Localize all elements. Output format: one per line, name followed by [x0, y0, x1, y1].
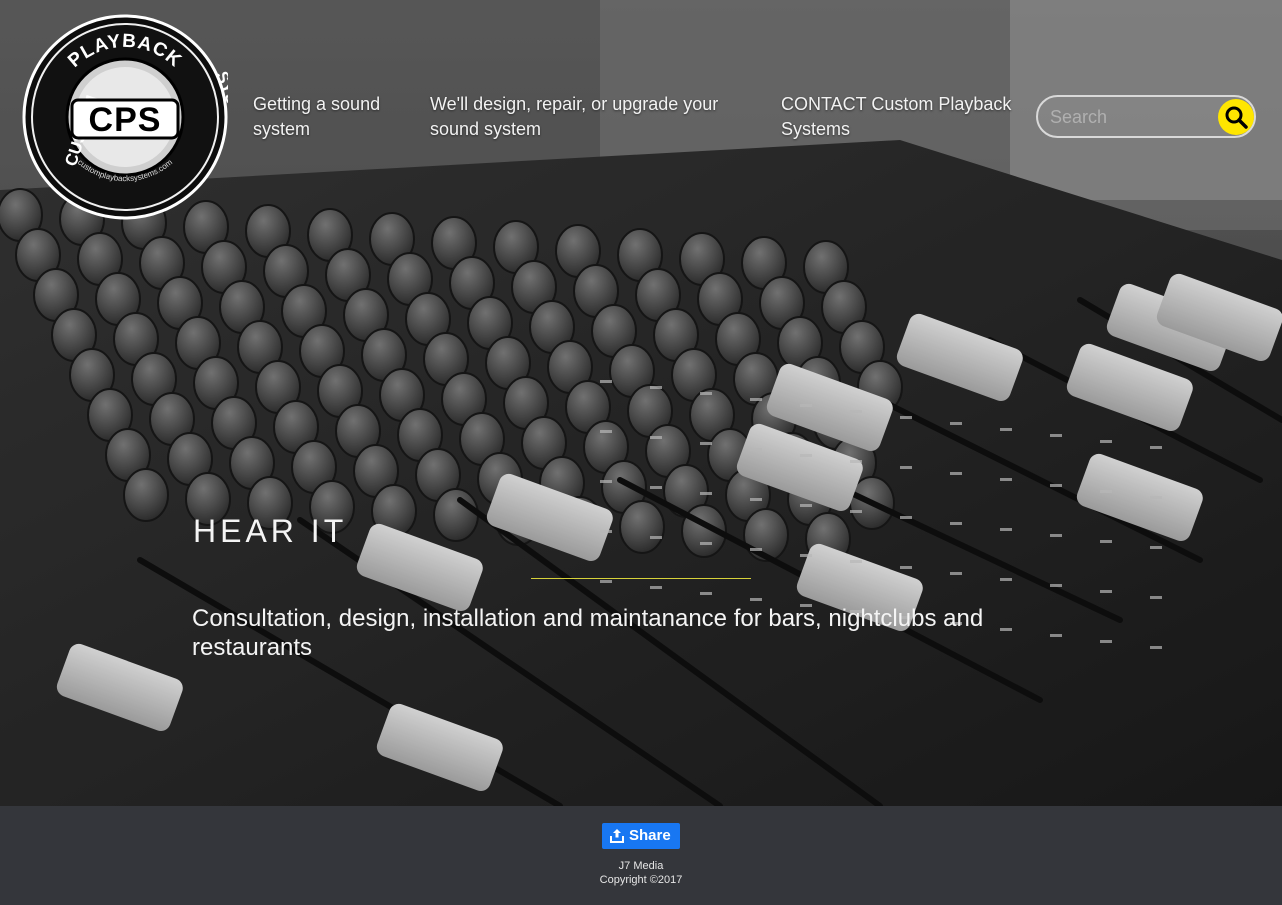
share-icon	[610, 829, 624, 843]
logo-monogram: CPS	[89, 101, 162, 139]
search-input[interactable]	[1050, 106, 1210, 128]
cps-logo[interactable]: PLAYBACK CUSTOM SYSTEMS CPS customplayba…	[22, 14, 228, 220]
hero-section: PLAYBACK CUSTOM SYSTEMS CPS customplayba…	[0, 0, 1282, 806]
hero-title: HEAR IT	[193, 513, 348, 549]
hero-divider	[531, 578, 751, 579]
share-button[interactable]: Share	[602, 823, 680, 849]
search-button[interactable]	[1218, 99, 1254, 135]
nav-contact[interactable]: CONTACT Custom Playback Systems	[781, 92, 1031, 142]
footer-copyright: Copyright ©2017	[599, 874, 683, 886]
search-box	[1036, 95, 1256, 138]
nav-getting-sound-system[interactable]: Getting a sound system	[253, 92, 403, 142]
share-label: Share	[629, 827, 671, 844]
search-icon	[1225, 106, 1248, 129]
footer-credit[interactable]: J7 Media	[0, 860, 1282, 872]
hero-subtitle: Consultation, design, installation and m…	[192, 605, 984, 661]
footer: Share J7 Media Copyright ©2017	[0, 806, 1282, 905]
nav-design-repair-upgrade[interactable]: We'll design, repair, or upgrade your so…	[430, 92, 750, 142]
